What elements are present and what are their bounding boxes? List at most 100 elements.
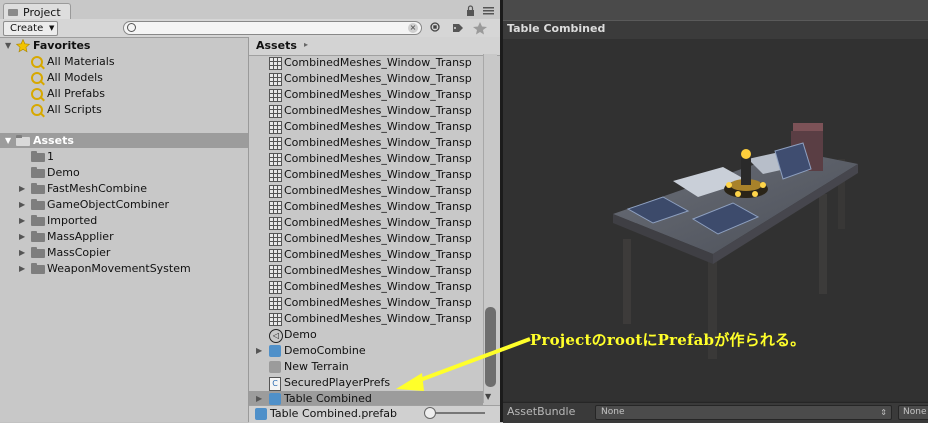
mesh-icon [269, 297, 282, 310]
asset-list-item-label: CombinedMeshes_Window_Transp [284, 88, 472, 101]
assetbundle-name-value: None [601, 407, 625, 417]
tree-folder-item[interactable]: ▶ Imported [0, 213, 248, 229]
expand-arrow-icon[interactable]: ▶ [19, 197, 25, 213]
tree-folder-item[interactable]: Demo [0, 165, 248, 181]
favorite-item-label: All Prefabs [47, 87, 105, 100]
favorite-item[interactable]: All Prefabs [0, 86, 248, 102]
expand-arrow-icon[interactable]: ▶ [19, 181, 25, 197]
icon-size-slider[interactable] [433, 412, 485, 414]
asset-list-item[interactable]: CombinedMeshes_Window_Transp [249, 183, 483, 199]
collapse-arrow-icon[interactable]: ▼ [5, 38, 11, 54]
mesh-icon [269, 153, 282, 166]
asset-list-item[interactable]: CombinedMeshes_Window_Transp [249, 263, 483, 279]
annotation-arrow-icon [396, 337, 531, 391]
favorites-header[interactable]: ▼ Favorites [0, 38, 248, 54]
asset-list-item[interactable]: CombinedMeshes_Window_Transp [249, 135, 483, 151]
asset-list-item-label: CombinedMeshes_Window_Transp [284, 200, 472, 213]
asset-list-item-label: CombinedMeshes_Window_Transp [284, 296, 472, 309]
mesh-icon [269, 201, 282, 214]
asset-list-item-label: Demo [284, 328, 317, 341]
folder-icon [16, 135, 30, 146]
expand-arrow-icon[interactable]: ▶ [19, 261, 25, 277]
assetbundle-variant-value: None [903, 407, 927, 417]
search-filter-icon [31, 72, 43, 84]
asset-list-item[interactable]: CombinedMeshes_Window_Transp [249, 151, 483, 167]
mesh-icon [269, 249, 282, 262]
asset-list-item-label: CombinedMeshes_Window_Transp [284, 184, 472, 197]
asset-list-item[interactable]: CombinedMeshes_Window_Transp [249, 119, 483, 135]
favorite-item[interactable]: All Scripts [0, 102, 248, 118]
favorite-item[interactable]: All Models [0, 70, 248, 86]
icon-size-slider-knob[interactable] [424, 407, 436, 419]
folder-icon [31, 247, 45, 258]
assetbundle-label: AssetBundle [507, 405, 576, 418]
tree-folder-item[interactable]: ▶ GameObjectCombiner [0, 197, 248, 213]
folder-icon [31, 167, 45, 178]
collapse-arrow-icon[interactable]: ▼ [5, 133, 11, 149]
expand-arrow-icon[interactable]: ▶ [256, 343, 262, 359]
search-input[interactable]: × [123, 21, 422, 35]
mesh-icon [269, 89, 282, 102]
tree-folder-item[interactable]: ▶ FastMeshCombine [0, 181, 248, 197]
asset-list-item[interactable]: CombinedMeshes_Window_Transp [249, 71, 483, 87]
asset-list-item-label: CombinedMeshes_Window_Transp [284, 104, 472, 117]
dropdown-arrow-icon: ▼ [49, 24, 55, 32]
asset-list-item[interactable]: CombinedMeshes_Window_Transp [249, 295, 483, 311]
expand-arrow-icon[interactable]: ▶ [19, 213, 25, 229]
tree-item-assets[interactable]: ▼ Assets [0, 133, 248, 148]
star-icon[interactable] [472, 21, 488, 35]
prefab-icon [269, 345, 281, 357]
mesh-icon [269, 281, 282, 294]
create-button[interactable]: Create ▼ [3, 21, 58, 36]
tree-folder-item[interactable]: ▶ MassApplier [0, 229, 248, 245]
folder-icon [31, 183, 45, 194]
asset-list-item[interactable]: CombinedMeshes_Window_Transp [249, 199, 483, 215]
inspector-top-area [503, 0, 928, 20]
asset-list-item[interactable]: CombinedMeshes_Window_Transp [249, 87, 483, 103]
asset-list-item[interactable]: CombinedMeshes_Window_Transp [249, 231, 483, 247]
lock-icon[interactable] [465, 5, 497, 17]
mesh-icon [269, 265, 282, 278]
tree-folder-item[interactable]: 1 [0, 149, 248, 165]
asset-list-item[interactable]: CombinedMeshes_Window_Transp [249, 215, 483, 231]
breadcrumb-assets[interactable]: Assets [256, 39, 297, 52]
prefab-icon [255, 408, 267, 420]
tree-folder-label: MassApplier [47, 230, 114, 243]
mesh-icon [269, 137, 282, 150]
tree-folder-item[interactable]: ▶ MassCopier [0, 245, 248, 261]
tree-folder-label: FastMeshCombine [47, 182, 147, 195]
asset-list-item-label: CombinedMeshes_Window_Transp [284, 72, 472, 85]
search-filter-icon [31, 56, 43, 68]
folder-icon [31, 231, 45, 242]
chevron-right-icon: ▸ [304, 40, 309, 49]
favorite-item[interactable]: All Materials [0, 54, 248, 70]
mesh-icon [269, 57, 282, 70]
terrain-icon [269, 361, 281, 373]
tree-folder-label: MassCopier [47, 246, 111, 259]
folder-icon [31, 199, 45, 210]
favorite-item-label: All Models [47, 71, 103, 84]
asset-list-item-label: CombinedMeshes_Window_Transp [284, 152, 472, 165]
mesh-icon [269, 217, 282, 230]
tree-folder-label: 1 [47, 150, 54, 163]
asset-list-item-label: CombinedMeshes_Window_Transp [284, 216, 472, 229]
expand-arrow-icon[interactable]: ▶ [19, 245, 25, 261]
assetbundle-name-select[interactable]: None ⇕ [595, 405, 892, 420]
breadcrumb: Assets ▸ [249, 37, 500, 56]
tree-folder-label: WeaponMovementSystem [47, 262, 191, 275]
assetbundle-variant-select[interactable]: None [898, 405, 928, 420]
search-by-type-icon[interactable] [428, 21, 444, 35]
clear-search-icon[interactable]: × [408, 23, 418, 33]
prefab-icon [269, 393, 281, 405]
search-by-label-icon[interactable] [450, 21, 466, 35]
asset-list-item-label: CombinedMeshes_Window_Transp [284, 280, 472, 293]
tree-folder-item[interactable]: ▶ WeaponMovementSystem [0, 261, 248, 277]
expand-arrow-icon[interactable]: ▶ [19, 229, 25, 245]
asset-list-item[interactable]: CombinedMeshes_Window_Transp [249, 167, 483, 183]
asset-list-item[interactable]: CombinedMeshes_Window_Transp [249, 55, 483, 71]
asset-list-item[interactable]: CombinedMeshes_Window_Transp [249, 103, 483, 119]
search-filter-icon [31, 104, 43, 116]
tree-folder-label: Imported [47, 214, 98, 227]
asset-list-item[interactable]: CombinedMeshes_Window_Transp [249, 247, 483, 263]
asset-list-item[interactable]: CombinedMeshes_Window_Transp [249, 279, 483, 295]
